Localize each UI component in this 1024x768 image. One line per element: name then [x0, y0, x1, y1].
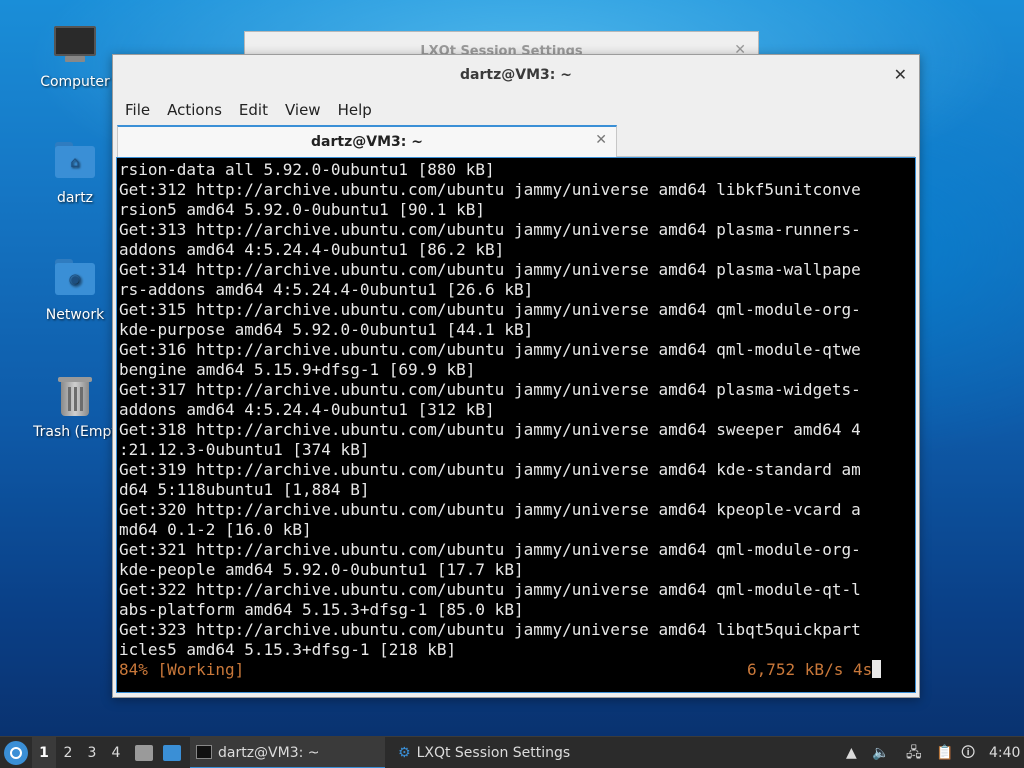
- terminal-line: Get:313 http://archive.ubuntu.com/ubuntu…: [119, 220, 861, 239]
- terminal-line: Get:315 http://archive.ubuntu.com/ubuntu…: [119, 300, 861, 319]
- terminal-progress-status: 84% [Working]: [119, 660, 245, 679]
- tab-terminal[interactable]: dartz@VM3: ~ ✕: [117, 125, 617, 157]
- terminal-line: rs-addons amd64 4:5.24.4-0ubuntu1 [26.6 …: [119, 280, 534, 299]
- terminal-line: Get:319 http://archive.ubuntu.com/ubuntu…: [119, 460, 861, 479]
- settings-icon: ⚙: [398, 745, 411, 761]
- show-desktop-icon[interactable]: [135, 745, 153, 761]
- workspace-4[interactable]: 4: [104, 737, 128, 768]
- menu-actions[interactable]: Actions: [167, 97, 222, 123]
- menu-view[interactable]: View: [285, 97, 321, 123]
- tab-bar: dartz@VM3: ~ ✕: [117, 125, 915, 157]
- terminal-line: addons amd64 4:5.24.4-0ubuntu1 [312 kB]: [119, 400, 495, 419]
- task-label: LXQt Session Settings: [416, 745, 571, 761]
- terminal-line: Get:320 http://archive.ubuntu.com/ubuntu…: [119, 500, 861, 519]
- workspace-1[interactable]: 1: [32, 737, 56, 768]
- desktop-icon-computer[interactable]: Computer: [27, 24, 123, 90]
- terminal-line: Get:318 http://archive.ubuntu.com/ubuntu…: [119, 420, 861, 439]
- menu-edit[interactable]: Edit: [239, 97, 268, 123]
- terminal-line: rsion-data all 5.92.0-0ubuntu1 [880 kB]: [119, 160, 495, 179]
- desktop-icon-home[interactable]: ⌂ dartz: [27, 140, 123, 206]
- terminal-line: addons amd64 4:5.24.4-0ubuntu1 [86.2 kB]: [119, 240, 505, 259]
- start-menu-button[interactable]: [4, 741, 28, 765]
- terminal-line: Get:316 http://archive.ubuntu.com/ubuntu…: [119, 340, 861, 359]
- terminal-cursor: [872, 660, 882, 678]
- menu-file[interactable]: File: [125, 97, 150, 123]
- window-titlebar[interactable]: dartz@VM3: ~ ✕: [113, 55, 919, 95]
- desktop-icon-label: Trash (Empt: [33, 424, 117, 440]
- menu-bar: File Actions Edit View Help: [113, 97, 919, 123]
- notification-icon[interactable]: 🛈: [961, 737, 975, 768]
- terminal-download-rate: 6,752 kB/s 4s: [747, 660, 882, 680]
- window-title: dartz@VM3: ~: [460, 67, 572, 83]
- desktop-icon-trash[interactable]: Trash (Empt: [27, 374, 123, 440]
- volume-icon[interactable]: 🔈: [872, 737, 889, 768]
- terminal-line: rsion5 amd64 5.92.0-0ubuntu1 [90.1 kB]: [119, 200, 486, 219]
- terminal-output[interactable]: rsion-data all 5.92.0-0ubuntu1 [880 kB] …: [116, 157, 916, 693]
- network-tray-icon[interactable]: 🖧: [906, 737, 922, 768]
- terminal-line: d64 5:118ubuntu1 [1,884 B]: [119, 480, 370, 499]
- terminal-line: abs-platform amd64 5.15.3+dfsg-1 [85.0 k…: [119, 600, 524, 619]
- computer-icon: [53, 24, 97, 68]
- home-folder-icon: ⌂: [53, 140, 97, 184]
- desktop-icon-label: Network: [45, 307, 105, 323]
- terminal-window[interactable]: dartz@VM3: ~ ✕ File Actions Edit View He…: [112, 54, 920, 698]
- tray-up-icon[interactable]: ▲: [846, 737, 857, 768]
- terminal-line: :21.12.3-0ubuntu1 [374 kB]: [119, 440, 370, 459]
- close-icon[interactable]: ✕: [894, 65, 907, 84]
- terminal-line: icles5 amd64 5.15.3+dfsg-1 [218 kB]: [119, 640, 457, 659]
- terminal-line: Get:323 http://archive.ubuntu.com/ubuntu…: [119, 620, 861, 639]
- clock[interactable]: 4:40: [989, 737, 1020, 768]
- menu-help[interactable]: Help: [338, 97, 372, 123]
- task-label: dartz@VM3: ~: [218, 745, 320, 761]
- task-session-settings[interactable]: ⚙ LXQt Session Settings: [392, 737, 612, 768]
- terminal-line: kde-people amd64 5.92.0-0ubuntu1 [17.7 k…: [119, 560, 524, 579]
- network-folder-icon: ◉: [53, 257, 97, 301]
- trash-icon: [53, 374, 97, 418]
- terminal-icon: [196, 745, 212, 759]
- terminal-line: Get:322 http://archive.ubuntu.com/ubuntu…: [119, 580, 861, 599]
- terminal-line: kde-purpose amd64 5.92.0-0ubuntu1 [44.1 …: [119, 320, 534, 339]
- terminal-line: Get:312 http://archive.ubuntu.com/ubuntu…: [119, 180, 861, 199]
- desktop-icon-label: dartz: [56, 190, 94, 206]
- terminal-line: bengine amd64 5.15.9+dfsg-1 [69.9 kB]: [119, 360, 476, 379]
- clipboard-icon[interactable]: 📋: [936, 737, 953, 768]
- task-terminal[interactable]: dartz@VM3: ~: [190, 737, 385, 768]
- terminal-line: Get:317 http://archive.ubuntu.com/ubuntu…: [119, 380, 861, 399]
- desktop-icon-label: Computer: [40, 74, 110, 90]
- workspace-3[interactable]: 3: [80, 737, 104, 768]
- close-tab-icon[interactable]: ✕: [595, 132, 607, 148]
- file-manager-icon[interactable]: [163, 745, 181, 761]
- workspace-2[interactable]: 2: [56, 737, 80, 768]
- tab-title: dartz@VM3: ~: [311, 134, 423, 150]
- desktop-icon-network[interactable]: ◉ Network: [27, 257, 123, 323]
- taskbar: 1 2 3 4 dartz@VM3: ~ ⚙ LXQt Session Setti…: [0, 736, 1024, 768]
- terminal-line: Get:314 http://archive.ubuntu.com/ubuntu…: [119, 260, 861, 279]
- terminal-line: md64 0.1-2 [16.0 kB]: [119, 520, 312, 539]
- terminal-line: Get:321 http://archive.ubuntu.com/ubuntu…: [119, 540, 861, 559]
